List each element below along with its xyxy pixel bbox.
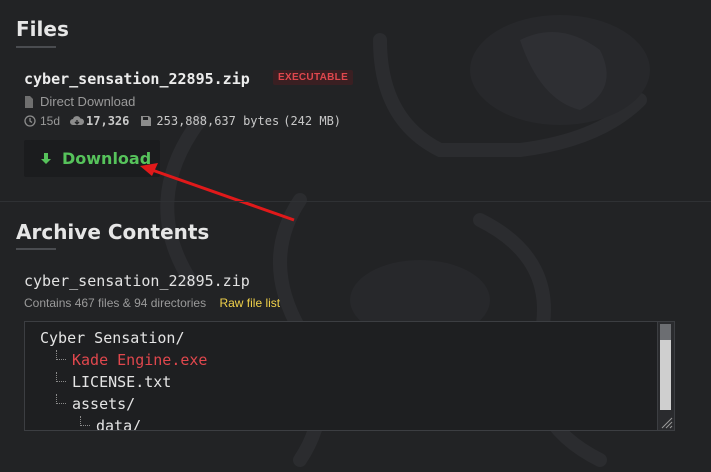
archive-file-name: cyber_sensation_22895.zip xyxy=(24,272,250,290)
tree-connector xyxy=(56,394,66,404)
executable-badge: EXECUTABLE xyxy=(273,70,354,85)
archive-summary: Contains 467 files & 94 directories xyxy=(24,296,207,310)
cloud-download-icon xyxy=(70,115,85,127)
file-stats-line: 15d 17,326 253,888,637 bytes (242 MB) xyxy=(24,114,341,128)
resize-grip-icon[interactable] xyxy=(658,414,674,430)
files-title-underline xyxy=(16,46,56,48)
tree-item-license: LICENSE.txt xyxy=(72,373,172,391)
download-button-label: Download xyxy=(62,149,152,168)
archive-section-title: Archive Contents xyxy=(16,220,210,244)
scrollbar-thumb[interactable] xyxy=(660,324,671,340)
file-size-bytes: 253,888,637 bytes xyxy=(156,114,280,128)
files-section-title: Files xyxy=(16,17,69,41)
tree-connector xyxy=(56,372,66,382)
tree-connector xyxy=(80,416,90,426)
archive-tree[interactable]: Cyber Sensation/ Kade Engine.exe LICENSE… xyxy=(24,321,675,431)
archive-title-underline xyxy=(16,248,56,250)
scrollbar-track[interactable] xyxy=(660,340,671,410)
download-type-label: Direct Download xyxy=(40,94,136,109)
arrow-down-icon xyxy=(40,152,52,165)
floppy-disk-icon xyxy=(141,116,152,126)
clock-icon xyxy=(24,115,36,127)
tree-item-assets: assets/ xyxy=(72,395,136,413)
file-icon xyxy=(24,95,34,108)
tree-item-executable: Kade Engine.exe xyxy=(72,351,208,369)
raw-file-list-link[interactable]: Raw file list xyxy=(219,296,280,310)
download-type-line: Direct Download xyxy=(24,94,135,109)
download-count: 17,326 xyxy=(86,114,130,128)
section-divider xyxy=(0,201,711,202)
file-age: 15d xyxy=(40,114,61,128)
tree-item-root: Cyber Sensation/ xyxy=(40,329,185,347)
archive-summary-line: Contains 467 files & 94 directories Raw … xyxy=(24,296,280,310)
tree-item-data: data/ xyxy=(96,417,142,431)
download-button[interactable]: Download xyxy=(24,140,160,177)
file-name: cyber_sensation_22895.zip xyxy=(24,70,250,88)
tree-connector xyxy=(56,350,66,360)
file-size-human: (242 MB) xyxy=(283,114,342,128)
